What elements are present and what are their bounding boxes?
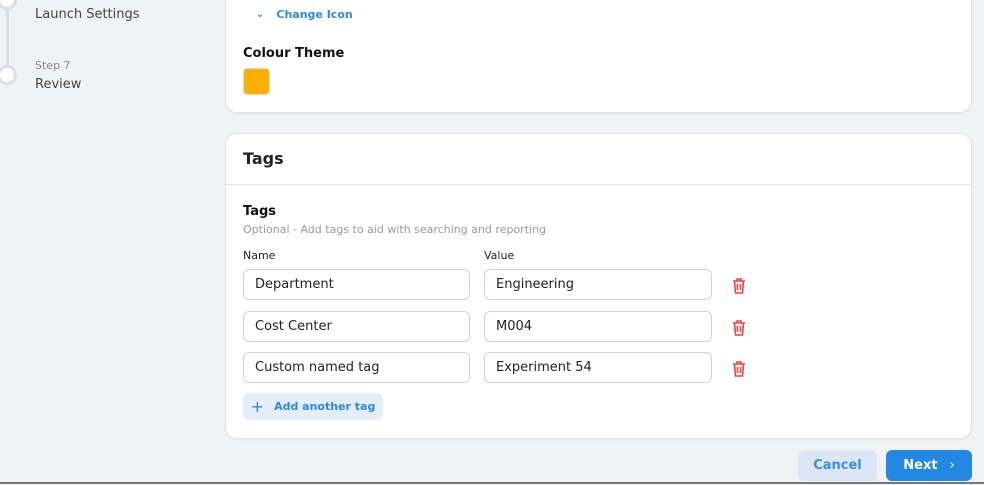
tags-card: Tags Tags Optional - Add tags to aid wit… (225, 133, 972, 439)
tag-value-input[interactable]: Experiment 54 (484, 352, 712, 383)
tags-label: Tags (243, 204, 277, 219)
trash-icon[interactable] (731, 319, 747, 337)
tags-card-title: Tags (243, 149, 284, 168)
tag-name-input[interactable]: Custom named tag (243, 352, 470, 383)
tag-value-input[interactable]: Engineering (484, 269, 712, 300)
colour-theme-swatch[interactable] (243, 68, 270, 95)
tag-value-input[interactable]: M004 (484, 311, 712, 342)
stepper-line (6, 0, 9, 75)
step-6-label[interactable]: Launch Settings (35, 7, 140, 22)
value-column-header: Value (484, 249, 515, 262)
window-edge (0, 482, 984, 484)
trash-icon[interactable] (731, 277, 747, 295)
next-button[interactable]: Next › (886, 450, 972, 481)
step-7-number: Step 7 (35, 59, 71, 72)
step-6-dot (0, 0, 17, 10)
plus-icon: + (250, 397, 265, 416)
step-7-label[interactable]: Review (35, 77, 81, 92)
tags-help: Optional - Add tags to aid with searchin… (243, 223, 547, 236)
colour-theme-label: Colour Theme (243, 46, 345, 61)
change-icon-link[interactable]: ⌄ Change Icon (256, 8, 353, 21)
add-tag-button[interactable]: + Add another tag (243, 393, 383, 420)
chevron-right-icon: › (949, 458, 955, 473)
step-7-dot (0, 65, 17, 85)
divider (226, 184, 971, 185)
trash-icon[interactable] (731, 360, 747, 378)
tag-name-input[interactable]: Cost Center (243, 311, 470, 342)
cancel-button[interactable]: Cancel (798, 450, 877, 481)
chevron-down-icon: ⌄ (256, 9, 265, 20)
appearance-card: ⌄ Change Icon Colour Theme (225, 0, 972, 113)
name-column-header: Name (243, 249, 276, 262)
tag-name-input[interactable]: Department (243, 269, 470, 300)
